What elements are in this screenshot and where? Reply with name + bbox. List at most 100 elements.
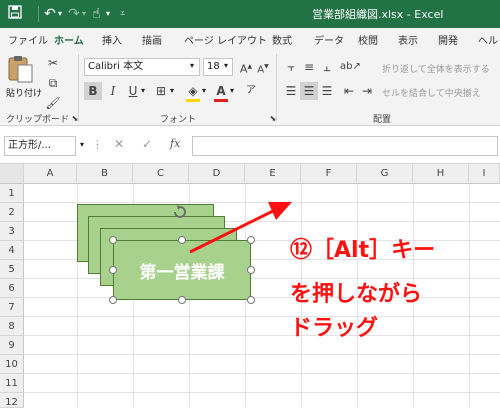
border-icon[interactable]: ⊞: [152, 82, 170, 100]
bold-button[interactable]: B: [84, 82, 102, 100]
instruction-line-1: ⑫［Alt］キー: [290, 238, 436, 263]
underline-button[interactable]: U: [124, 82, 142, 100]
chevron-down-icon[interactable]: ▾: [190, 61, 194, 70]
touch-mode-icon[interactable]: ☝: [92, 5, 101, 23]
format-painter-icon[interactable]: 🖌: [44, 94, 62, 112]
column-header[interactable]: E: [245, 164, 301, 184]
formula-input[interactable]: [192, 136, 498, 156]
enter-icon[interactable]: ✓: [142, 137, 152, 151]
paste-button[interactable]: 貼り付け: [6, 54, 42, 99]
wrap-text-button[interactable]: 折り返して全体を表示する: [382, 62, 490, 75]
resize-handle[interactable]: [247, 296, 255, 304]
undo-dropdown-icon[interactable]: ▾: [58, 5, 62, 23]
tab-data[interactable]: データ: [314, 32, 344, 47]
column-header[interactable]: H: [413, 164, 469, 184]
tab-formulas[interactable]: 数式: [272, 32, 292, 47]
font-name-select[interactable]: Calibri 本文: [84, 58, 200, 76]
column-header[interactable]: F: [301, 164, 357, 184]
divider: [276, 54, 277, 122]
gridline: [24, 297, 500, 298]
resize-handle[interactable]: [109, 236, 117, 244]
more-icon: ⋮: [92, 138, 103, 151]
redo-dropdown-icon[interactable]: ▾: [82, 5, 86, 23]
row-header[interactable]: 10: [0, 355, 24, 374]
row-header[interactable]: 1: [0, 184, 24, 203]
align-top-icon[interactable]: ⫟: [282, 58, 300, 76]
touch-dropdown-icon[interactable]: ▾: [106, 5, 110, 23]
tab-draw[interactable]: 描画: [142, 32, 162, 47]
font-color-icon[interactable]: A: [212, 82, 230, 100]
align-left-icon[interactable]: ☰: [282, 82, 300, 100]
decrease-font-icon[interactable]: A▼: [254, 58, 272, 76]
column-header[interactable]: A: [24, 164, 77, 184]
cut-icon[interactable]: ✂: [44, 54, 62, 72]
resize-handle[interactable]: [178, 296, 186, 304]
cancel-icon[interactable]: ✕: [114, 137, 124, 151]
row-header[interactable]: 9: [0, 336, 24, 355]
tab-view[interactable]: 表示: [398, 32, 418, 47]
paste-label: 貼り付け: [6, 89, 43, 99]
tab-insert[interactable]: 挿入: [102, 32, 122, 47]
row-header[interactable]: 12: [0, 393, 24, 408]
align-center-icon[interactable]: ☰: [300, 82, 318, 100]
name-box[interactable]: 正方形/...: [4, 136, 76, 156]
tab-review[interactable]: 校閲: [358, 32, 378, 47]
tab-home[interactable]: ホーム: [52, 32, 86, 52]
font-size-select[interactable]: 18: [203, 58, 233, 76]
align-bottom-icon[interactable]: ⫠: [318, 58, 336, 76]
tab-file[interactable]: ファイル: [8, 32, 48, 47]
gridline: [24, 335, 500, 336]
instruction-line-3: ドラッグ: [290, 316, 379, 341]
undo-icon[interactable]: ↶: [44, 5, 56, 23]
tab-help[interactable]: ヘル: [478, 32, 498, 47]
copy-icon[interactable]: ⧉: [44, 74, 62, 92]
gridline: [24, 278, 500, 279]
fill-color-icon[interactable]: ◈: [184, 82, 202, 100]
increase-indent-icon[interactable]: ⇥: [358, 82, 376, 100]
paste-icon: [8, 56, 33, 83]
chevron-down-icon[interactable]: ▾: [230, 86, 234, 95]
row-header[interactable]: 2: [0, 203, 24, 222]
column-header[interactable]: B: [77, 164, 133, 184]
worksheet-grid[interactable]: A B C D E F G H I 1 2 3 4 5 6 7 8 9 10 1…: [0, 164, 500, 408]
resize-handle[interactable]: [109, 296, 117, 304]
row-header[interactable]: 8: [0, 317, 24, 336]
chevron-down-icon[interactable]: ▾: [202, 86, 206, 95]
orientation-icon[interactable]: ab↗: [340, 58, 361, 76]
tab-developer[interactable]: 開発: [438, 32, 458, 47]
gridline: [24, 316, 500, 317]
chevron-down-icon[interactable]: ▾: [170, 86, 174, 95]
column-header[interactable]: I: [469, 164, 500, 184]
redo-icon[interactable]: ↷: [68, 5, 80, 23]
italic-button[interactable]: I: [104, 82, 122, 100]
chevron-down-icon[interactable]: ▾: [141, 86, 145, 95]
column-header[interactable]: D: [189, 164, 245, 184]
resize-handle[interactable]: [109, 266, 117, 274]
row-header[interactable]: 5: [0, 260, 24, 279]
merge-center-button[interactable]: セルを結合して中央揃え: [382, 86, 481, 99]
phonetic-icon[interactable]: ア: [242, 82, 260, 100]
instruction-line-2: を押しながら: [290, 282, 423, 307]
divider: [38, 6, 39, 22]
align-middle-icon[interactable]: ≡: [300, 58, 318, 76]
row-header[interactable]: 4: [0, 241, 24, 260]
decrease-indent-icon[interactable]: ⇤: [340, 82, 358, 100]
increase-font-icon[interactable]: A▲: [237, 58, 255, 76]
align-right-icon[interactable]: ☰: [318, 82, 336, 100]
row-header[interactable]: 6: [0, 279, 24, 298]
row-header[interactable]: 11: [0, 374, 24, 393]
font-group-label: フォント: [160, 115, 197, 125]
resize-handle[interactable]: [247, 266, 255, 274]
tab-page-layout[interactable]: ページ レイアウト: [184, 32, 267, 47]
font-color-swatch: [214, 99, 228, 102]
select-all-corner[interactable]: [0, 164, 24, 184]
customize-dropdown-icon[interactable]: ⩡: [120, 5, 125, 23]
chevron-down-icon[interactable]: ▾: [80, 140, 84, 149]
save-icon[interactable]: [8, 5, 22, 24]
column-header[interactable]: G: [357, 164, 413, 184]
chevron-down-icon[interactable]: ▾: [224, 61, 228, 70]
column-header[interactable]: C: [133, 164, 189, 184]
insert-function-icon[interactable]: fx: [170, 137, 180, 150]
row-header[interactable]: 3: [0, 222, 24, 241]
row-header[interactable]: 7: [0, 298, 24, 317]
